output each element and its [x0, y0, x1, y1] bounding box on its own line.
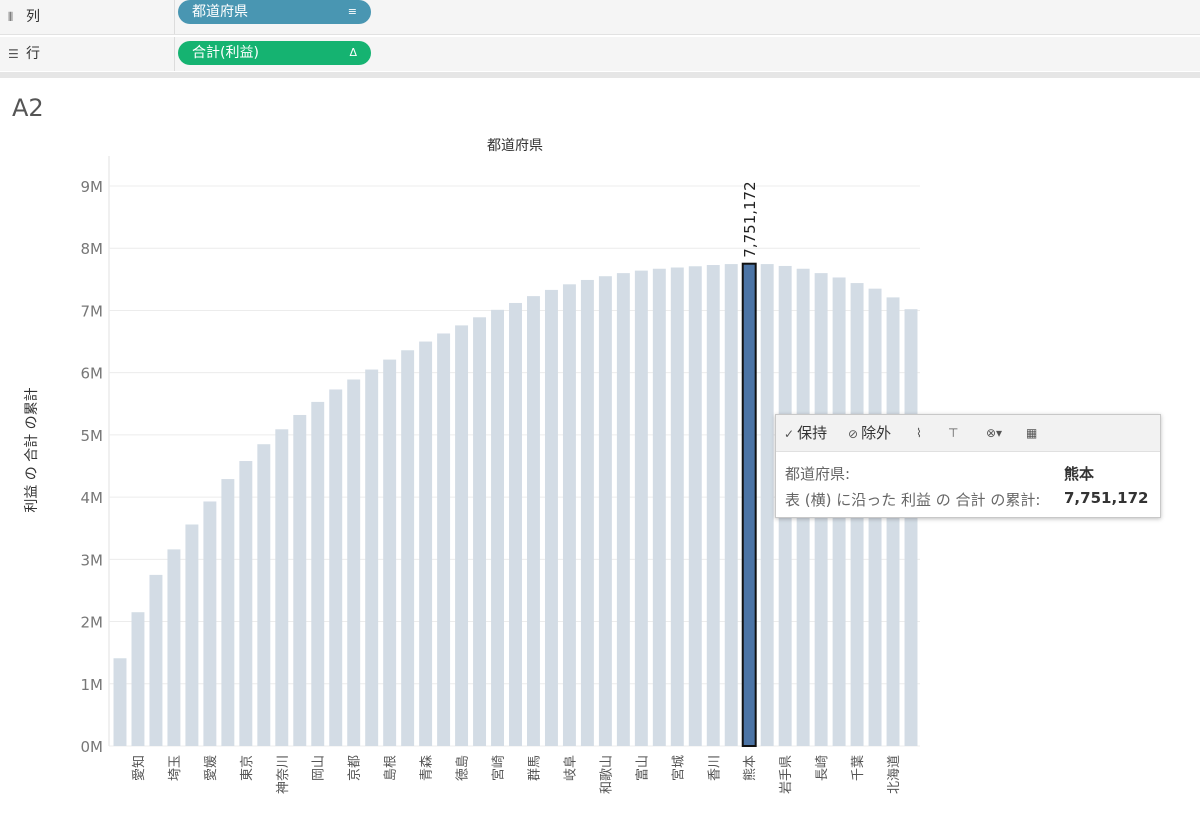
bar[interactable]: [562, 284, 576, 746]
y-axis-title: 利益 の 合計 の累計: [24, 387, 40, 512]
x-tick-label: 徳島: [456, 755, 471, 781]
data-label: 7,751,172: [741, 181, 759, 257]
tooltip-field-label: 都道府県:: [785, 465, 851, 483]
exclude-button[interactable]: ⊘ 除外: [848, 415, 891, 451]
y-tick-label: 1M: [81, 676, 104, 694]
y-tick-label: 6M: [81, 365, 104, 383]
x-tick-label: 埼玉: [168, 755, 183, 781]
bar[interactable]: [293, 414, 307, 746]
bar[interactable]: [149, 574, 163, 746]
bar[interactable]: [455, 325, 469, 746]
x-tick-label: 富山: [634, 755, 650, 781]
bar[interactable]: [329, 389, 343, 746]
bar[interactable]: [383, 359, 397, 746]
bar[interactable]: [203, 501, 217, 746]
bar[interactable]: [185, 524, 199, 746]
bar[interactable]: [113, 658, 127, 746]
bar[interactable]: [670, 267, 684, 746]
bar[interactable]: [616, 273, 630, 746]
bar[interactable]: [167, 549, 181, 746]
tooltip-field-value: 熊本: [1064, 465, 1095, 483]
tooltip-measure-label: 表 (横) に沿った 利益 の 合計 の累計:: [785, 491, 1041, 509]
y-tick-label: 3M: [81, 551, 104, 569]
x-tick-label: 北海道: [887, 755, 902, 794]
x-tick-label: 宮崎: [491, 755, 507, 781]
y-tick-label: 4M: [81, 489, 104, 507]
bar[interactable]: [886, 297, 900, 746]
bar[interactable]: [221, 479, 235, 746]
bar-highlighted[interactable]: [741, 262, 757, 747]
keep-only-button[interactable]: ✓ 保持: [784, 415, 827, 451]
y-tick-label: 2M: [81, 614, 104, 632]
x-tick-label: 愛知: [131, 755, 147, 781]
x-tick-label: 京都: [348, 755, 363, 781]
bar[interactable]: [652, 268, 666, 746]
x-tick-label: 岐阜: [562, 755, 578, 781]
bar[interactable]: [760, 264, 774, 746]
bar[interactable]: [634, 270, 648, 746]
bar[interactable]: [688, 266, 702, 746]
bar[interactable]: [257, 444, 271, 746]
exclude-icon: ⊘: [848, 427, 859, 441]
tooltip-measure-value: 7,751,172: [1064, 489, 1149, 507]
bar[interactable]: [706, 265, 720, 746]
bar[interactable]: [437, 333, 451, 746]
y-tick-label: 5M: [81, 427, 104, 445]
bar[interactable]: [239, 461, 253, 746]
tooltip: ✓ 保持 ⊘ 除外 ⌇ ⊤ ⊗▾ ▦ 都道府県: 熊本 表 (横) に沿った 利益 …: [775, 414, 1161, 518]
x-tick-label: 和歌山: [599, 755, 614, 794]
bar[interactable]: [275, 429, 289, 746]
x-tick-label: 神奈川: [276, 755, 291, 794]
bar[interactable]: [904, 309, 918, 746]
highlight-icon[interactable]: ⊤: [948, 415, 958, 451]
x-tick-label: 宮城: [670, 755, 686, 781]
x-tick-label: 愛媛: [204, 755, 219, 781]
bar[interactable]: [509, 302, 522, 746]
y-tick-label: 7M: [81, 302, 104, 320]
x-tick-label: 熊本: [742, 755, 758, 781]
bar[interactable]: [527, 296, 540, 746]
y-tick-label: 0M: [81, 738, 104, 756]
x-tick-label: 長崎: [815, 755, 830, 781]
check-icon: ✓: [784, 427, 795, 441]
bar[interactable]: [580, 279, 594, 746]
x-tick-label: 千葉: [851, 755, 866, 781]
x-tick-label: 香川: [707, 755, 722, 781]
tooltip-toolbar: ✓ 保持 ⊘ 除外 ⌇ ⊤ ⊗▾ ▦: [776, 415, 1160, 452]
bar[interactable]: [311, 401, 325, 746]
bar[interactable]: [347, 379, 361, 746]
bar[interactable]: [598, 276, 612, 746]
y-tick-label: 8M: [81, 240, 104, 258]
x-tick-label: 岩手県: [779, 755, 794, 794]
view-data-icon[interactable]: ▦: [1026, 415, 1037, 451]
bar[interactable]: [365, 369, 379, 746]
bar[interactable]: [724, 264, 738, 746]
paperclip-icon[interactable]: ⌇: [916, 415, 922, 451]
bar[interactable]: [473, 317, 487, 746]
chart-title: 都道府県: [487, 138, 543, 154]
x-tick-label: 岡山: [312, 755, 327, 781]
bar[interactable]: [544, 289, 558, 746]
bar-chart: 0M 1M 2M 3M 4M 5M 6M 7M 8M 9M 愛知 埼玉 愛媛 東京 神奈川 岡山 京都 島根 青森徳…: [24, 138, 920, 794]
bar[interactable]: [401, 350, 415, 746]
bar[interactable]: [131, 612, 145, 746]
x-tick-label: 群馬: [527, 755, 542, 781]
x-tick-label: 島根: [384, 755, 399, 781]
bar[interactable]: [419, 341, 433, 746]
group-icon[interactable]: ⊗▾: [986, 415, 1002, 451]
x-tick-label: 青森: [420, 755, 435, 781]
bar[interactable]: [491, 309, 504, 746]
y-tick-label: 9M: [81, 178, 104, 196]
x-tick-label: 東京: [239, 755, 255, 781]
